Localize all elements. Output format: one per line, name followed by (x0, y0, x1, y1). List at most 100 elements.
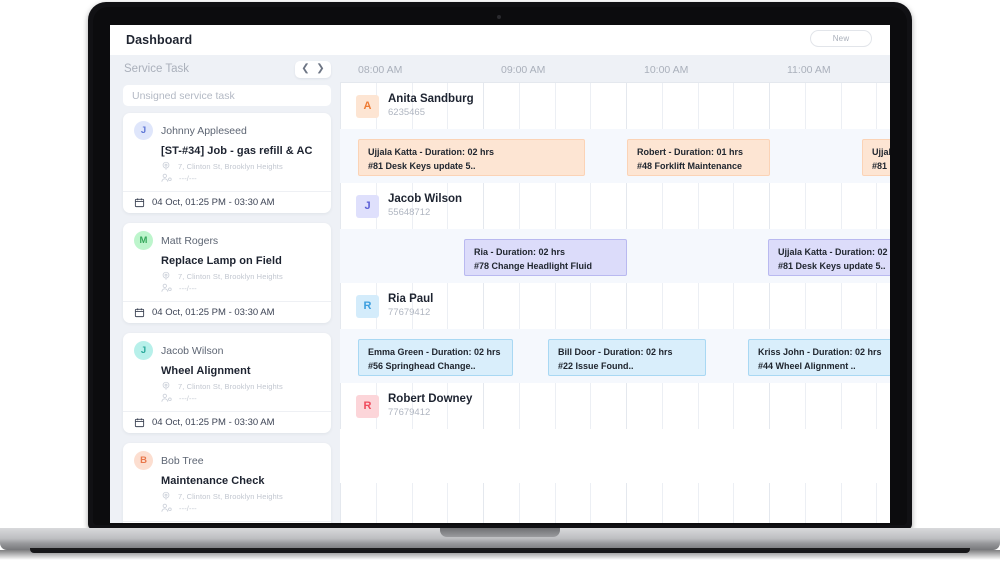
location-pin-icon (162, 491, 170, 500)
task-person-name: Jacob Wilson (161, 344, 224, 357)
timeline-time-label: 10:00 AM (644, 64, 689, 76)
task-assignee: ---/--- (179, 393, 197, 403)
timeline-track[interactable] (340, 429, 890, 483)
timeline-time-label: 09:00 AM (501, 64, 546, 76)
search-input-placeholder: Unsigned service task (132, 89, 235, 102)
person-name: Anita Sandburg (388, 93, 474, 106)
timeline-rows: A Anita Sandburg 6235465 Ujjala Katta - Dur… (340, 83, 890, 483)
task-address: 7, Clinton St, Brooklyn Heights (178, 161, 283, 171)
task-address: 7, Clinton St, Brooklyn Heights (178, 271, 283, 281)
laptop-base-notch (440, 528, 560, 537)
task-card-footer: 04 Oct, 01:25 PM - 03:30 AM (123, 191, 331, 213)
app-topbar: Dashboard New (110, 25, 890, 55)
task-assignee-row: ---/--- (161, 503, 320, 513)
timeline-event[interactable]: Robert - Duration: 01 hrs #48 Forklift Ma… (627, 139, 770, 176)
assignee-icon (161, 173, 172, 182)
task-card-person-row: B Bob Tree (134, 451, 320, 470)
task-card[interactable]: J Johnny Appleseed [ST-#34] Job - gas refi… (123, 113, 331, 213)
timeline-event[interactable]: Ujjala Katta - Duration: 02 hrs #81 Desk … (358, 139, 585, 176)
calendar-icon (134, 418, 145, 428)
timeline-person[interactable]: R Robert Downey 77679412 (340, 383, 890, 429)
timeline-person[interactable]: R Ria Paul 77679412 (340, 283, 890, 329)
timeline-person[interactable]: A Anita Sandburg 6235465 (340, 83, 890, 129)
task-title: Maintenance Check (161, 475, 265, 487)
task-title: Wheel Alignment (161, 365, 251, 377)
task-person-name: Johnny Appleseed (161, 124, 247, 137)
person-id: 55648712 (388, 206, 431, 218)
task-person-name: Bob Tree (161, 454, 204, 467)
event-duration: Emma Green - Duration: 02 hrs (368, 347, 501, 357)
event-job: #81 Desk Keys update 5.. (872, 160, 890, 171)
task-assignee-row: ---/--- (161, 283, 320, 293)
page-title: Dashboard (126, 33, 193, 47)
timeline-event[interactable]: Bill Door - Duration: 02 hrs #22 Issue Fo… (548, 339, 706, 376)
calendar-icon (134, 308, 145, 318)
person-name: Jacob Wilson (388, 193, 463, 206)
avatar: M (134, 231, 153, 250)
task-card-person-row: M Matt Rogers (134, 231, 320, 250)
new-button[interactable]: New (810, 30, 872, 47)
event-duration: Robert - Duration: 01 hrs (637, 147, 744, 157)
task-card[interactable]: B Bob Tree Maintenance Check 7, Clinton St,… (123, 443, 331, 523)
person-id: 6235465 (388, 106, 425, 118)
assignee-icon (161, 393, 172, 402)
event-duration: Kriss John - Duration: 02 hrs (758, 347, 882, 357)
schedule-timeline: 08:00 AM 09:00 AM 10:00 AM 11:00 AM A Anita … (340, 55, 890, 523)
timeline-track[interactable]: Ria - Duration: 02 hrs #78 Change Headlig… (340, 229, 890, 283)
task-card-body: J Johnny Appleseed [ST-#34] Job - gas refi… (123, 113, 331, 191)
avatar: R (356, 294, 379, 318)
sidebar-header: Service Task ❮ ❯ (110, 55, 340, 83)
laptop-screen: Dashboard New Service Task ❮ ❯ Unsigned … (110, 25, 890, 523)
event-job: #81 Desk Keys update 5.. (778, 260, 886, 271)
task-card-body: J Jacob Wilson Wheel Alignment 7, Clinton S… (123, 333, 331, 411)
timeline-time-label: 08:00 AM (358, 64, 403, 76)
timeline-event[interactable]: Ujjala Katta - Duration: 02 hrs #81 Desk … (862, 139, 890, 176)
avatar: J (356, 194, 379, 218)
task-card[interactable]: J Jacob Wilson Wheel Alignment 7, Clinton S… (123, 333, 331, 433)
webcam-icon (497, 15, 501, 19)
assignee-icon (161, 503, 172, 512)
sidebar-pagination[interactable]: ❮ ❯ (295, 60, 331, 78)
person-name: Robert Downey (388, 393, 473, 406)
task-address: 7, Clinton St, Brooklyn Heights (178, 381, 283, 391)
location-pin-icon (162, 381, 170, 390)
timeline-row: A Anita Sandburg 6235465 Ujjala Katta - Dur… (340, 83, 890, 183)
screenshot-stage: Dashboard New Service Task ❮ ❯ Unsigned … (0, 0, 1000, 588)
timeline-person[interactable]: J Jacob Wilson 55648712 (340, 183, 890, 229)
chevron-left-icon[interactable]: ❮ (298, 64, 313, 74)
avatar: J (134, 121, 153, 140)
avatar: R (356, 394, 379, 418)
event-job: #81 Desk Keys update 5.. (368, 160, 476, 171)
calendar-icon (134, 198, 145, 208)
person-id: 77679412 (388, 306, 431, 318)
person-id: 77679412 (388, 406, 431, 418)
person-info: Ria Paul 77679412 (388, 292, 433, 319)
task-card-list: J Johnny Appleseed [ST-#34] Job - gas refi… (110, 113, 340, 523)
task-date: 04 Oct, 01:25 PM - 03:30 AM (152, 197, 275, 208)
task-title: [ST-#34] Job - gas refill & AC (161, 145, 313, 157)
search-input[interactable]: Unsigned service task (123, 85, 331, 106)
task-assignee: ---/--- (179, 283, 197, 293)
task-card-footer: 04 Oct, 01:25 PM - 03:30 AM (123, 521, 331, 523)
task-card[interactable]: M Matt Rogers Replace Lamp on Field 7, Clin… (123, 223, 331, 323)
timeline-event[interactable]: Emma Green - Duration: 02 hrs #56 Springh… (358, 339, 513, 376)
event-duration: Ujjala Katta - Duration: 02 hrs (872, 147, 890, 157)
timeline-event[interactable]: Ria - Duration: 02 hrs #78 Change Headlig… (464, 239, 627, 276)
timeline-event[interactable]: Kriss John - Duration: 02 hrs #44 Wheel A… (748, 339, 890, 376)
location-pin-icon (162, 271, 170, 280)
timeline-row: J Jacob Wilson 55648712 Ria - Duration: 02 … (340, 183, 890, 283)
task-title: Replace Lamp on Field (161, 255, 282, 267)
event-duration: Bill Door - Duration: 02 hrs (558, 347, 673, 357)
timeline-event[interactable]: Ujjala Katta - Duration: 02 hrs #81 Desk … (768, 239, 890, 276)
timeline-track[interactable]: Ujjala Katta - Duration: 02 hrs #81 Desk … (340, 129, 890, 183)
task-card-body: B Bob Tree Maintenance Check 7, Clinton St,… (123, 443, 331, 521)
app-body: Service Task ❮ ❯ Unsigned service task J… (110, 55, 890, 523)
task-assignee: ---/--- (179, 503, 197, 513)
timeline-track[interactable]: Emma Green - Duration: 02 hrs #56 Springh… (340, 329, 890, 383)
task-card-person-row: J Jacob Wilson (134, 341, 320, 360)
task-card-footer: 04 Oct, 01:25 PM - 03:30 AM (123, 301, 331, 323)
chevron-right-icon[interactable]: ❯ (313, 64, 328, 74)
person-info: Anita Sandburg 6235465 (388, 92, 474, 119)
task-card-footer: 04 Oct, 01:25 PM - 03:30 AM (123, 411, 331, 433)
person-info: Jacob Wilson 55648712 (388, 192, 462, 219)
